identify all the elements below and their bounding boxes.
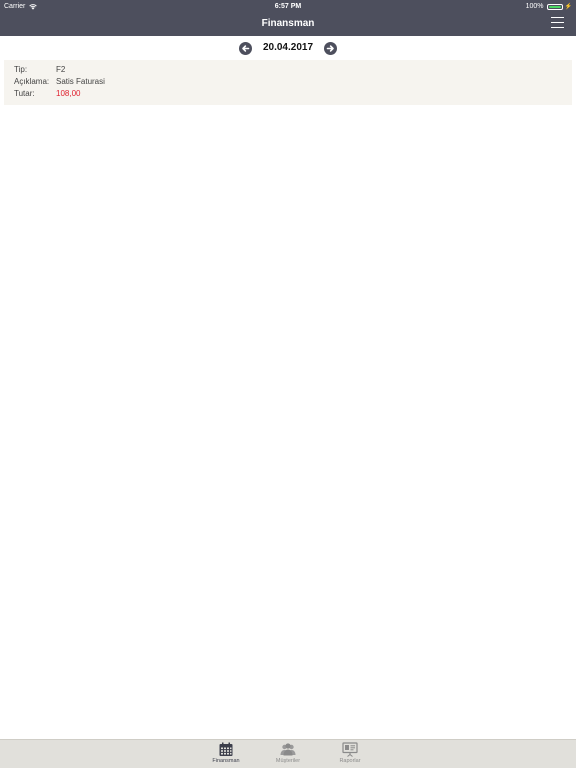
page-title: Finansman xyxy=(261,18,315,29)
tab-label-raporlar: Raporlar xyxy=(339,758,361,764)
charging-icon: ⚡ xyxy=(564,3,572,10)
battery-percent: 100% xyxy=(525,3,544,10)
description-value: Satis Faturasi xyxy=(56,77,105,86)
arrow-right-glyph xyxy=(326,44,334,52)
amount-value: 108,00 xyxy=(56,89,81,98)
battery-icon xyxy=(546,3,563,10)
tab-finansman[interactable]: Finansman xyxy=(196,742,256,768)
amount-label: Tutar: xyxy=(14,89,35,98)
status-time: 6:57 PM xyxy=(274,3,302,10)
record-row-description: Açıklama: Satis Faturasi xyxy=(14,76,562,88)
type-label: Tip: xyxy=(14,65,28,74)
description-label: Açıklama: xyxy=(14,77,50,86)
record-row-amount: Tutar: 108,00 xyxy=(14,88,562,100)
hamburger-menu-icon[interactable] xyxy=(551,17,564,28)
arrow-left-glyph xyxy=(242,44,250,52)
tab-bar: Finansman Müşteriler Raporlar xyxy=(0,739,576,768)
top-bar: Carrier 6:57 PM 100% ⚡ Finansman xyxy=(0,0,576,36)
presentation-board-icon xyxy=(342,742,358,757)
current-date: 20.04.2017 xyxy=(262,42,314,53)
arrow-left-circle-icon[interactable] xyxy=(238,41,252,55)
arrow-right-circle-icon[interactable] xyxy=(324,41,338,55)
calendar-icon xyxy=(219,742,233,756)
record-row-type: Tip: F2 xyxy=(14,64,562,76)
finance-record-card[interactable]: Tip: F2 Açıklama: Satis Faturasi Tutar: … xyxy=(4,60,572,105)
battery-level xyxy=(548,5,561,8)
tab-musteriler[interactable]: Müşteriler xyxy=(258,742,318,768)
status-battery: 100% ⚡ xyxy=(526,2,572,11)
users-icon xyxy=(280,743,296,756)
tab-label-finansman: Finansman xyxy=(212,758,240,764)
date-navigator: 20.04.2017 xyxy=(0,40,576,56)
type-value: F2 xyxy=(56,65,66,74)
tab-raporlar[interactable]: Raporlar xyxy=(320,742,380,768)
tab-label-musteriler: Müşteriler xyxy=(275,758,301,764)
